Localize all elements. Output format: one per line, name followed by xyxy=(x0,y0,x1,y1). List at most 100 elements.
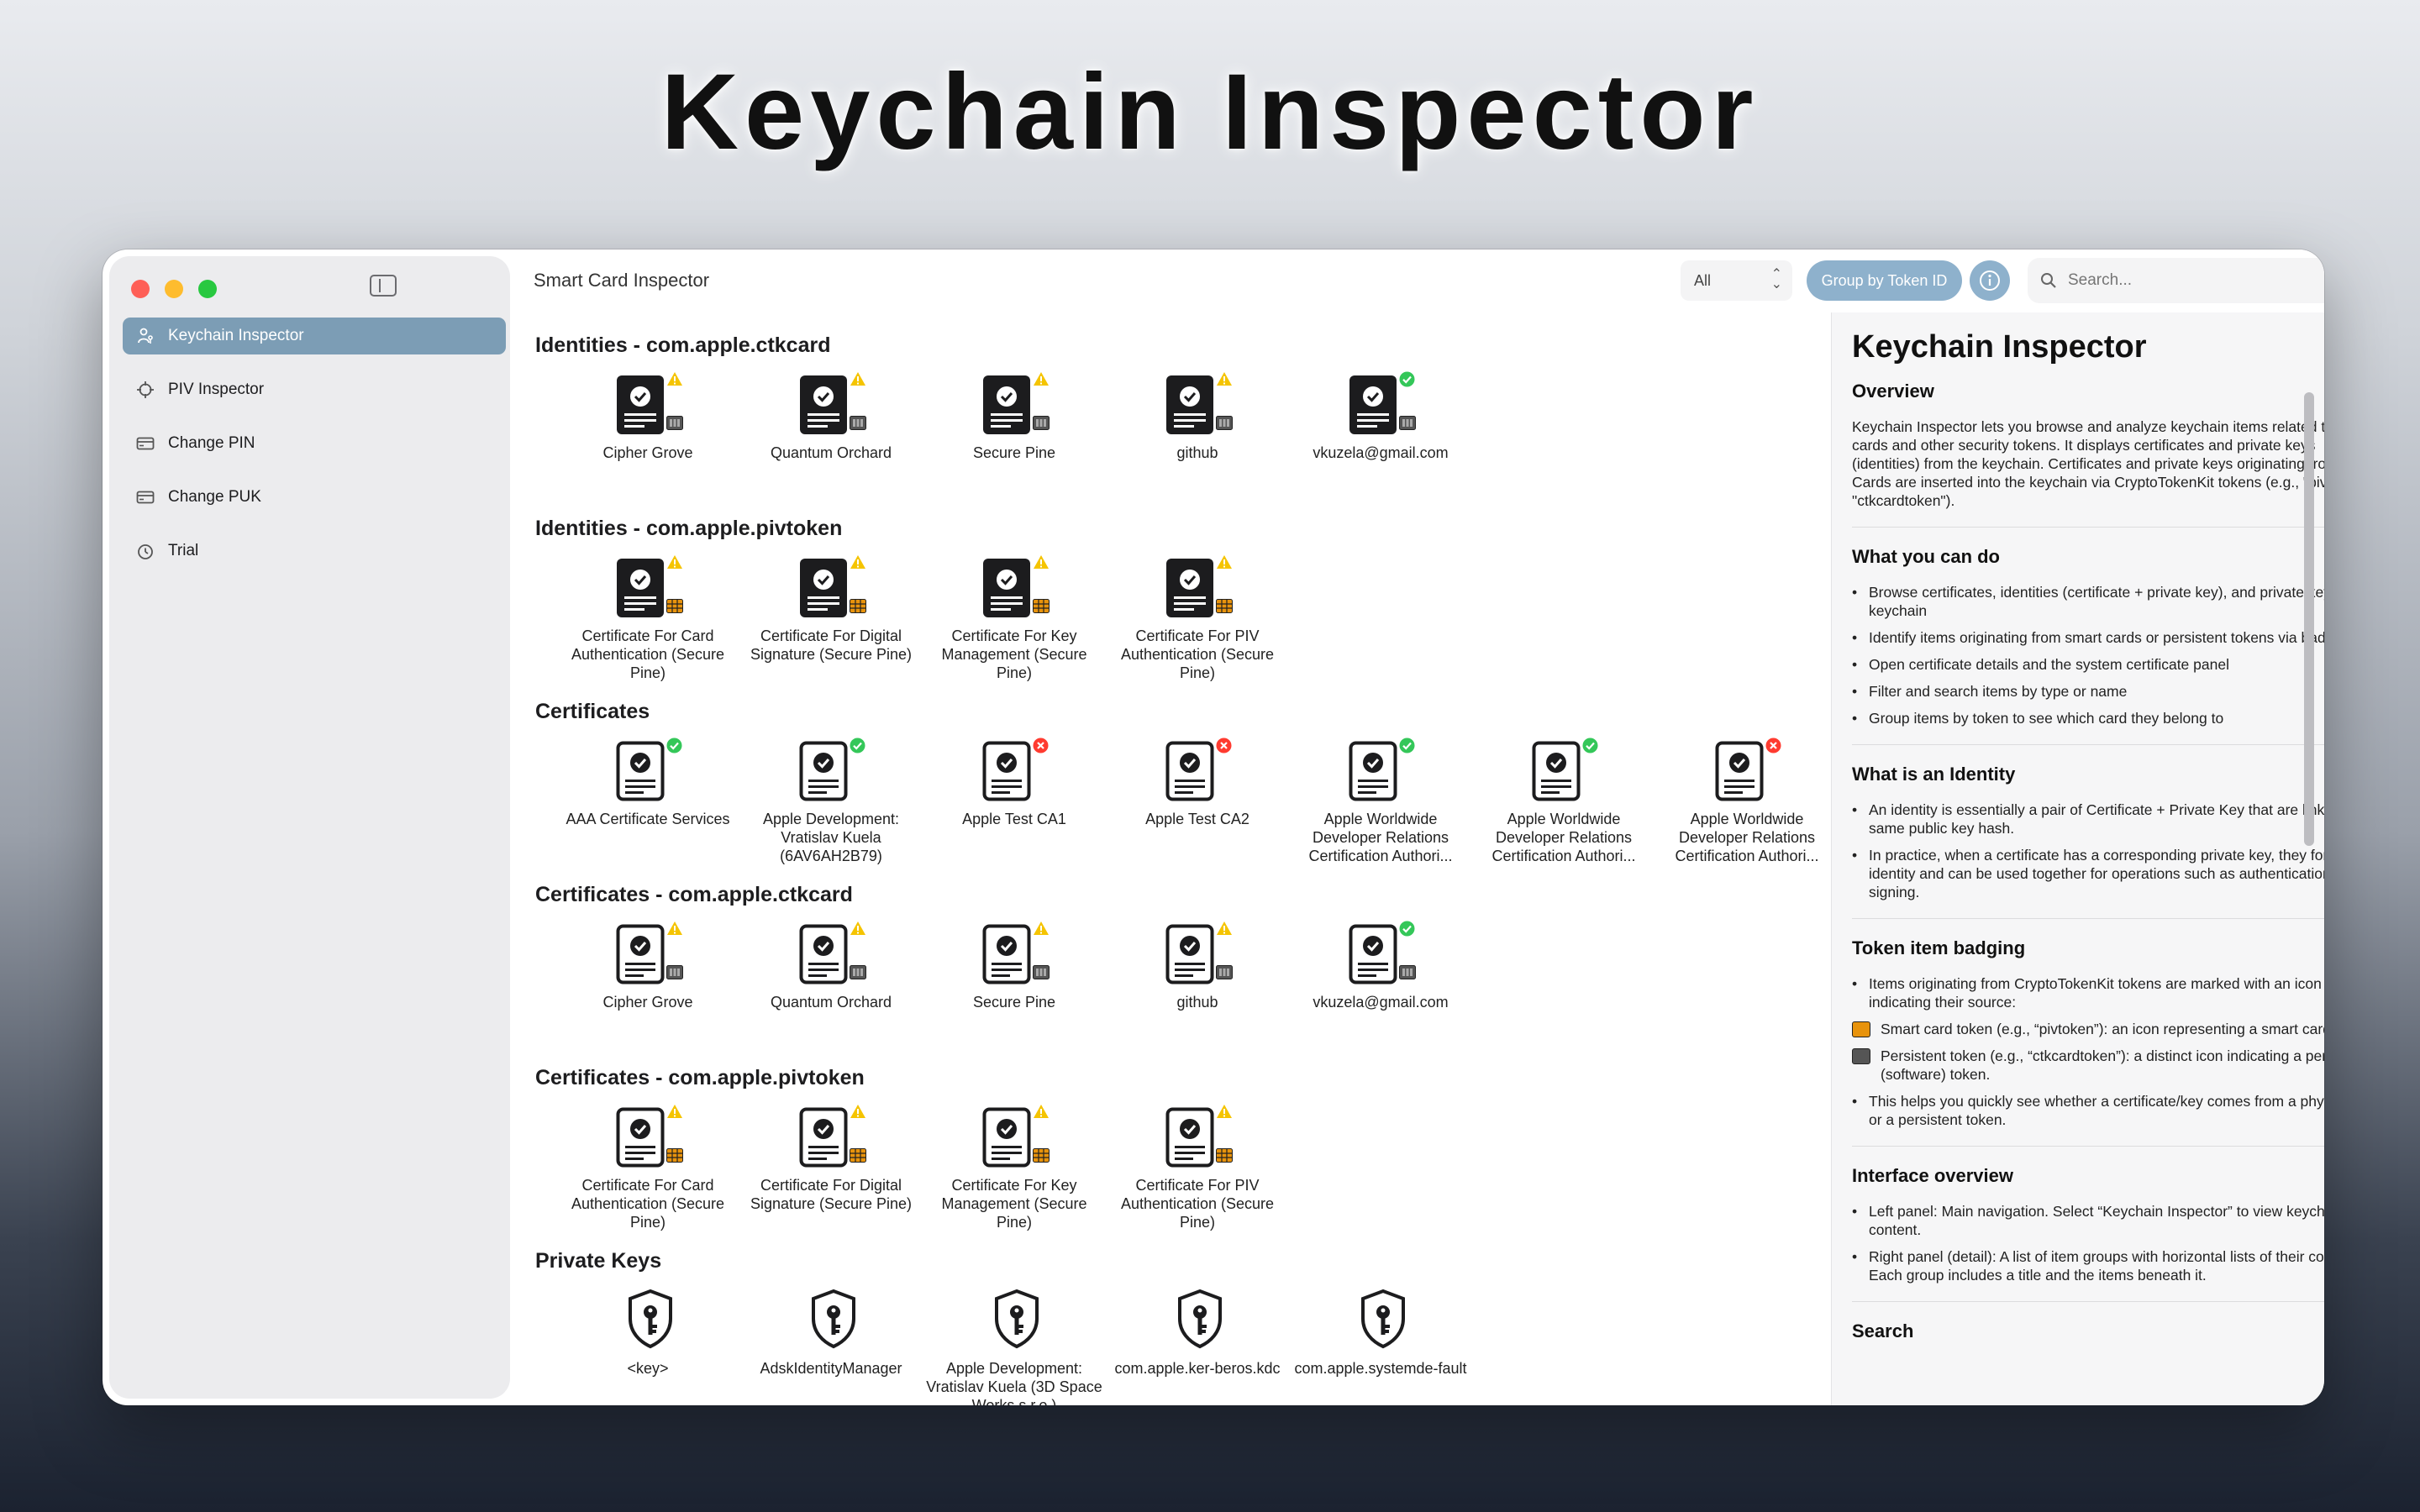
keychain-item[interactable]: Certificate For Key Management (Secure P… xyxy=(923,554,1105,682)
item-label: Certificate For PIV Authentication (Secu… xyxy=(1120,627,1275,681)
keychain-item[interactable]: vkuzela@gmail.com xyxy=(1290,371,1471,462)
section-list: Browse certificates, identities (certifi… xyxy=(1852,583,2324,727)
section-divider xyxy=(1852,1146,2324,1147)
section-list: An identity is essentially a pair of Cer… xyxy=(1852,801,2324,901)
keychain-item[interactable]: AAA Certificate Services xyxy=(557,738,739,828)
item-label: Apple Development: Vratislav Kuela (3D S… xyxy=(926,1360,1102,1405)
smartcard-token-icon xyxy=(666,599,683,613)
persistent-token-icon xyxy=(850,965,866,979)
item-label: vkuzela@gmail.com xyxy=(1313,444,1449,461)
smartcard-token-icon xyxy=(850,599,866,613)
group-title: Identities - com.apple.ctkcard xyxy=(535,333,831,357)
sidebar: Keychain Inspector PIV Inspector Change … xyxy=(109,256,510,1399)
keychain-item[interactable]: Apple Development: Vratislav Kuela (6AV6… xyxy=(740,738,922,865)
person-key-icon xyxy=(138,328,153,344)
type-filter-select[interactable]: All ⌃ ⌄ xyxy=(1681,260,1792,301)
item-label: Apple Test CA2 xyxy=(1145,811,1249,827)
item-icon-group xyxy=(1165,738,1233,805)
certificate-icon xyxy=(1165,741,1214,801)
keychain-item[interactable]: Apple Worldwide Developer Relations Cert… xyxy=(1473,738,1655,865)
sidebar-item-trial[interactable]: Trial xyxy=(123,533,506,570)
keychain-item[interactable]: Certificate For Key Management (Secure P… xyxy=(923,1104,1105,1231)
keychain-item[interactable]: com.apple.ker-beros.kdc xyxy=(1107,1287,1288,1378)
certificate-icon xyxy=(799,741,848,801)
group-by-token-button[interactable]: Group by Token ID xyxy=(1807,260,1962,301)
search-field[interactable] xyxy=(2028,258,2324,303)
warning-badge-icon xyxy=(850,555,865,569)
keychain-item[interactable]: Certificate For PIV Authentication (Secu… xyxy=(1107,1104,1288,1231)
keychain-item[interactable]: Certificate For PIV Authentication (Secu… xyxy=(1107,554,1288,682)
sidebar-item-change-puk[interactable]: Change PUK xyxy=(123,479,506,516)
keychain-item[interactable]: Secure Pine xyxy=(923,921,1105,1011)
info-button[interactable] xyxy=(1970,260,2010,301)
minimize-window-button[interactable] xyxy=(165,280,183,298)
keychain-item[interactable]: Apple Development: Vratislav Kuela (3D S… xyxy=(923,1287,1105,1405)
item-label: github xyxy=(1176,994,1218,1011)
items-content: Identities - com.apple.ctkcard Cipher Gro… xyxy=(510,312,1831,1405)
group-title: Identities - com.apple.pivtoken xyxy=(535,517,843,540)
certificate-icon xyxy=(1349,924,1397,984)
item-icon-group xyxy=(982,1104,1050,1171)
keychain-item[interactable]: Apple Test CA1 xyxy=(923,738,1105,828)
keychain-item[interactable]: github xyxy=(1107,921,1288,1011)
identity-icon xyxy=(1166,375,1213,434)
chevron-up-down-icon: ⌃ ⌄ xyxy=(1770,267,1782,291)
keychain-item[interactable]: Secure Pine xyxy=(923,371,1105,462)
timer-icon xyxy=(138,544,153,559)
persistent-token-icon xyxy=(1399,965,1416,979)
item-label: Secure Pine xyxy=(972,444,1056,461)
item-icon-group xyxy=(982,738,1050,805)
sidebar-item-change-pin[interactable]: Change PIN xyxy=(123,425,506,462)
identity-icon xyxy=(617,375,664,434)
persistent-token-icon xyxy=(1216,416,1233,430)
section-heading: What is an Identity xyxy=(1852,764,2016,785)
item-icon-group xyxy=(799,1104,866,1171)
keychain-item[interactable]: Certificate For Digital Signature (Secur… xyxy=(740,554,922,664)
item-icon-group xyxy=(1165,371,1233,438)
section-heading: Overview xyxy=(1852,381,1934,402)
keychain-item[interactable]: Certificate For Digital Signature (Secur… xyxy=(740,1104,922,1213)
keychain-item[interactable]: vkuzela@gmail.com xyxy=(1290,921,1471,1011)
zoom-window-button[interactable] xyxy=(198,280,217,298)
item-label: AAA Certificate Services xyxy=(566,811,730,827)
persistent-token-icon xyxy=(666,416,683,430)
keychain-item[interactable]: Certificate For Card Authentication (Sec… xyxy=(557,554,739,682)
keychain-item[interactable]: Cipher Grove xyxy=(557,921,739,1011)
detail-title: Keychain Inspector xyxy=(1852,329,2147,365)
warning-badge-icon xyxy=(1217,1105,1232,1118)
keychain-item[interactable]: Apple Test CA2 xyxy=(1107,738,1288,828)
keychain-item[interactable]: Apple Worldwide Developer Relations Cert… xyxy=(1290,738,1471,865)
sidebar-item-piv-inspector[interactable]: PIV Inspector xyxy=(123,371,506,408)
warning-badge-icon xyxy=(850,372,865,386)
item-icon-group xyxy=(982,371,1050,438)
sidebar-item-label: PIV Inspector xyxy=(168,381,265,398)
info-icon xyxy=(1980,270,2000,291)
section-list: Items originating from CryptoTokenKit to… xyxy=(1852,974,2324,1129)
keychain-item[interactable]: Cipher Grove xyxy=(557,371,739,462)
keychain-item[interactable]: <key> xyxy=(557,1287,739,1378)
keychain-item[interactable]: Certificate For Card Authentication (Sec… xyxy=(557,1104,739,1231)
keychain-item[interactable]: Quantum Orchard xyxy=(740,371,922,462)
certificate-icon xyxy=(616,1107,665,1168)
item-label: Certificate For Digital Signature (Secur… xyxy=(750,1177,913,1212)
detail-scrollbar[interactable] xyxy=(2304,392,2314,846)
item-label: Apple Test CA1 xyxy=(962,811,1066,827)
keychain-item[interactable]: Apple Worldwide Developer Relations Cert… xyxy=(1656,738,1831,865)
keychain-item[interactable]: Quantum Orchard xyxy=(740,921,922,1011)
list-item-text: This helps you quickly see whether a cer… xyxy=(1869,1093,2324,1128)
list-item-text: Persistent token (e.g., “ctkcardtoken”):… xyxy=(1881,1047,2324,1083)
valid-badge-icon xyxy=(666,738,682,753)
certificate-icon xyxy=(1165,1107,1214,1168)
keychain-item[interactable]: AdskIdentityManager xyxy=(740,1287,922,1378)
toolbar: Smart Card Inspector All ⌃ ⌄ Group by Tok… xyxy=(510,249,2324,312)
keychain-item[interactable]: github xyxy=(1107,371,1288,462)
close-window-button[interactable] xyxy=(131,280,150,298)
private-key-icon xyxy=(995,1289,1039,1349)
item-icon-group xyxy=(616,554,683,622)
sidebar-toggle-icon[interactable] xyxy=(370,275,397,297)
certificate-icon xyxy=(1715,741,1764,801)
sidebar-item-keychain-inspector[interactable]: Keychain Inspector xyxy=(123,318,506,354)
keychain-item[interactable]: com.apple.systemde-fault xyxy=(1290,1287,1471,1378)
search-input[interactable] xyxy=(2066,270,2324,291)
item-label: Quantum Orchard xyxy=(770,444,892,461)
